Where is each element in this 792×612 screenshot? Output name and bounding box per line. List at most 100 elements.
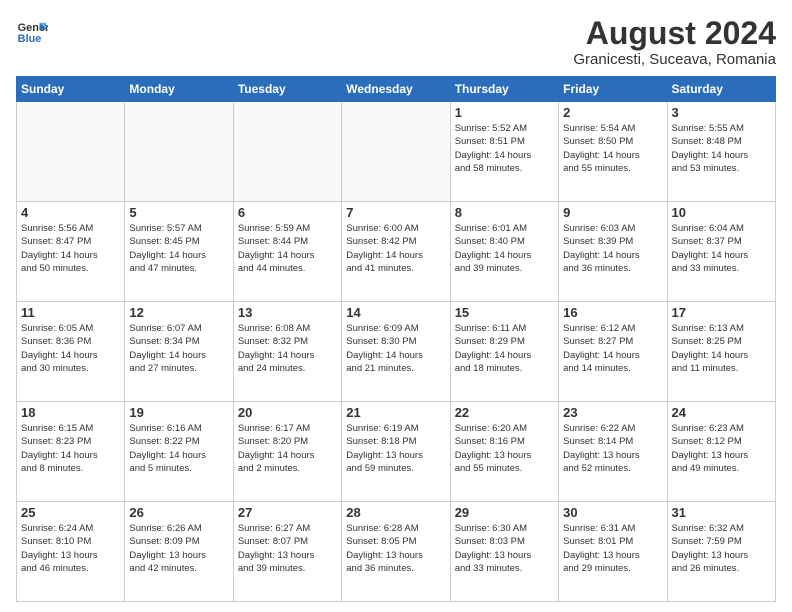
calendar-cell: [17, 102, 125, 202]
calendar-cell: 31Sunrise: 6:32 AMSunset: 7:59 PMDayligh…: [667, 502, 775, 602]
calendar-cell: [233, 102, 341, 202]
calendar-cell: 17 Sunrise: 6:13 AMSunset: 8:25 PMDayligh…: [667, 302, 775, 402]
day-info: Sunrise: 6:16 AMSunset: 8:22 PMDaylight:…: [129, 422, 228, 475]
day-number: 29: [455, 505, 554, 520]
calendar-cell: 2 Sunrise: 5:54 AMSunset: 8:50 PMDaylight…: [559, 102, 667, 202]
calendar-cell: 29Sunrise: 6:30 AMSunset: 8:03 PMDayligh…: [450, 502, 558, 602]
calendar-cell: [125, 102, 233, 202]
day-number: 21: [346, 405, 445, 420]
day-info: Sunrise: 6:17 AMSunset: 8:20 PMDaylight:…: [238, 422, 337, 475]
day-info: Sunrise: 6:11 AMSunset: 8:29 PMDaylight:…: [455, 322, 554, 375]
calendar-header-tuesday: Tuesday: [233, 77, 341, 102]
day-number: 11: [21, 305, 120, 320]
calendar-cell: 14 Sunrise: 6:09 AMSunset: 8:30 PMDayligh…: [342, 302, 450, 402]
day-info: Sunrise: 6:08 AMSunset: 8:32 PMDaylight:…: [238, 322, 337, 375]
day-number: 18: [21, 405, 120, 420]
day-number: 19: [129, 405, 228, 420]
day-info: Sunrise: 6:20 AMSunset: 8:16 PMDaylight:…: [455, 422, 554, 475]
day-info: Sunrise: 6:19 AMSunset: 8:18 PMDaylight:…: [346, 422, 445, 475]
calendar-cell: 7 Sunrise: 6:00 AMSunset: 8:42 PMDaylight…: [342, 202, 450, 302]
day-number: 6: [238, 205, 337, 220]
day-number: 23: [563, 405, 662, 420]
day-info: Sunrise: 5:56 AMSunset: 8:47 PMDaylight:…: [21, 222, 120, 275]
calendar-week-3: 11 Sunrise: 6:05 AMSunset: 8:36 PMDayligh…: [17, 302, 776, 402]
day-number: 1: [455, 105, 554, 120]
calendar-week-5: 25 Sunrise: 6:24 AMSunset: 8:10 PMDayligh…: [17, 502, 776, 602]
calendar-week-2: 4 Sunrise: 5:56 AMSunset: 8:47 PMDaylight…: [17, 202, 776, 302]
day-info: Sunrise: 6:15 AMSunset: 8:23 PMDaylight:…: [21, 422, 120, 475]
day-number: 13: [238, 305, 337, 320]
logo-icon: General Blue: [16, 16, 48, 48]
day-number: 5: [129, 205, 228, 220]
calendar-cell: 1 Sunrise: 5:52 AMSunset: 8:51 PMDaylight…: [450, 102, 558, 202]
title-block: August 2024 Granicesti, Suceava, Romania: [573, 16, 776, 68]
calendar-cell: 20 Sunrise: 6:17 AMSunset: 8:20 PMDayligh…: [233, 402, 341, 502]
day-number: 26: [129, 505, 228, 520]
svg-text:Blue: Blue: [18, 33, 42, 45]
day-number: 22: [455, 405, 554, 420]
calendar-header-monday: Monday: [125, 77, 233, 102]
calendar-header-thursday: Thursday: [450, 77, 558, 102]
main-title: August 2024: [573, 16, 776, 51]
day-info: Sunrise: 6:31 AMSunset: 8:01 PMDaylight:…: [563, 522, 662, 575]
day-info: Sunrise: 6:24 AMSunset: 8:10 PMDaylight:…: [21, 522, 120, 575]
calendar-cell: 16Sunrise: 6:12 AMSunset: 8:27 PMDayligh…: [559, 302, 667, 402]
subtitle: Granicesti, Suceava, Romania: [573, 51, 776, 68]
calendar-cell: 18 Sunrise: 6:15 AMSunset: 8:23 PMDayligh…: [17, 402, 125, 502]
day-number: 4: [21, 205, 120, 220]
day-info: Sunrise: 6:05 AMSunset: 8:36 PMDaylight:…: [21, 322, 120, 375]
day-number: 20: [238, 405, 337, 420]
day-number: 7: [346, 205, 445, 220]
day-number: 16: [563, 305, 662, 320]
day-info: Sunrise: 6:22 AMSunset: 8:14 PMDaylight:…: [563, 422, 662, 475]
calendar-cell: [342, 102, 450, 202]
day-info: Sunrise: 6:00 AMSunset: 8:42 PMDaylight:…: [346, 222, 445, 275]
day-info: Sunrise: 6:03 AMSunset: 8:39 PMDaylight:…: [563, 222, 662, 275]
calendar-cell: 12Sunrise: 6:07 AMSunset: 8:34 PMDayligh…: [125, 302, 233, 402]
day-info: Sunrise: 6:23 AMSunset: 8:12 PMDaylight:…: [672, 422, 771, 475]
calendar-header-friday: Friday: [559, 77, 667, 102]
day-info: Sunrise: 6:01 AMSunset: 8:40 PMDaylight:…: [455, 222, 554, 275]
day-number: 17: [672, 305, 771, 320]
day-number: 10: [672, 205, 771, 220]
calendar-header-row: SundayMondayTuesdayWednesdayThursdayFrid…: [17, 77, 776, 102]
calendar-cell: 5 Sunrise: 5:57 AMSunset: 8:45 PMDaylight…: [125, 202, 233, 302]
calendar-cell: 22 Sunrise: 6:20 AMSunset: 8:16 PMDayligh…: [450, 402, 558, 502]
calendar-header-sunday: Sunday: [17, 77, 125, 102]
calendar-table: SundayMondayTuesdayWednesdayThursdayFrid…: [16, 76, 776, 602]
header: General Blue August 2024 Granicesti, Suc…: [16, 16, 776, 68]
day-number: 31: [672, 505, 771, 520]
day-info: Sunrise: 6:04 AMSunset: 8:37 PMDaylight:…: [672, 222, 771, 275]
day-info: Sunrise: 6:27 AMSunset: 8:07 PMDaylight:…: [238, 522, 337, 575]
day-number: 28: [346, 505, 445, 520]
day-info: Sunrise: 6:09 AMSunset: 8:30 PMDaylight:…: [346, 322, 445, 375]
day-number: 25: [21, 505, 120, 520]
calendar-cell: 15 Sunrise: 6:11 AMSunset: 8:29 PMDayligh…: [450, 302, 558, 402]
day-number: 3: [672, 105, 771, 120]
calendar-cell: 3 Sunrise: 5:55 AMSunset: 8:48 PMDaylight…: [667, 102, 775, 202]
calendar-header-wednesday: Wednesday: [342, 77, 450, 102]
calendar-cell: 11 Sunrise: 6:05 AMSunset: 8:36 PMDayligh…: [17, 302, 125, 402]
day-info: Sunrise: 5:52 AMSunset: 8:51 PMDaylight:…: [455, 122, 554, 175]
calendar-cell: 24 Sunrise: 6:23 AMSunset: 8:12 PMDayligh…: [667, 402, 775, 502]
calendar-cell: 8 Sunrise: 6:01 AMSunset: 8:40 PMDaylight…: [450, 202, 558, 302]
day-number: 9: [563, 205, 662, 220]
day-number: 24: [672, 405, 771, 420]
day-number: 8: [455, 205, 554, 220]
calendar-cell: 25 Sunrise: 6:24 AMSunset: 8:10 PMDayligh…: [17, 502, 125, 602]
logo: General Blue: [16, 16, 48, 48]
day-info: Sunrise: 5:57 AMSunset: 8:45 PMDaylight:…: [129, 222, 228, 275]
calendar-cell: 13 Sunrise: 6:08 AMSunset: 8:32 PMDayligh…: [233, 302, 341, 402]
calendar-cell: 26Sunrise: 6:26 AMSunset: 8:09 PMDayligh…: [125, 502, 233, 602]
day-number: 2: [563, 105, 662, 120]
day-info: Sunrise: 5:54 AMSunset: 8:50 PMDaylight:…: [563, 122, 662, 175]
day-info: Sunrise: 6:13 AMSunset: 8:25 PMDaylight:…: [672, 322, 771, 375]
day-number: 30: [563, 505, 662, 520]
day-info: Sunrise: 5:55 AMSunset: 8:48 PMDaylight:…: [672, 122, 771, 175]
calendar-cell: 4 Sunrise: 5:56 AMSunset: 8:47 PMDaylight…: [17, 202, 125, 302]
day-number: 15: [455, 305, 554, 320]
calendar-cell: 10 Sunrise: 6:04 AMSunset: 8:37 PMDayligh…: [667, 202, 775, 302]
day-info: Sunrise: 5:59 AMSunset: 8:44 PMDaylight:…: [238, 222, 337, 275]
page: General Blue August 2024 Granicesti, Suc…: [0, 0, 792, 612]
day-number: 14: [346, 305, 445, 320]
